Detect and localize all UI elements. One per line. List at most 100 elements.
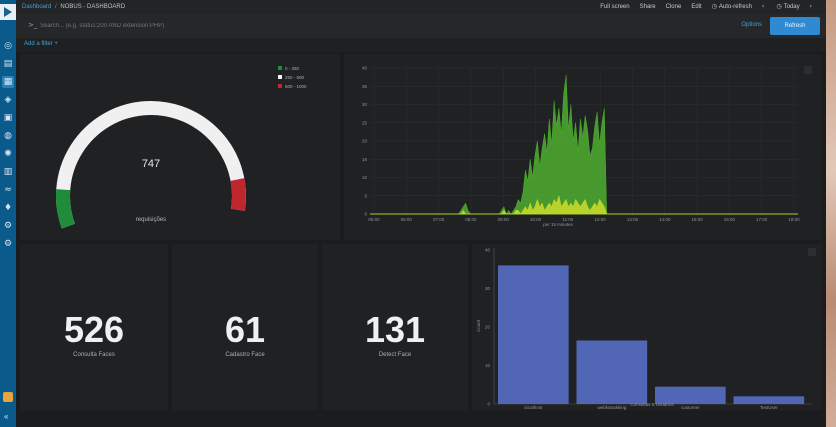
legend-swatch-white (278, 75, 282, 79)
bar-y-tick-label: 40 (485, 248, 491, 253)
dashboard-screen: ◎ ▤ ▦ ◈ ▣ ◍ ✺ ▥ ≈ ♦ ⚙ ⚙ « Dashboard / NO… (0, 0, 826, 427)
management-icon[interactable]: ⚙ (2, 238, 14, 250)
legend-toggle-icon[interactable] (808, 248, 816, 256)
area-x-tick-label: 16:00 (724, 217, 736, 222)
bar-y-tick-label: 30 (485, 286, 491, 291)
clock-icon: ◷ (711, 3, 717, 10)
gauge-fill-red (230, 178, 246, 211)
area-x-tick-label: 12:00 (595, 217, 607, 222)
area-x-tick-label: 17:00 (756, 217, 768, 222)
gauge-legend: 0 - 250 250 - 500 500 - 1000 (278, 66, 307, 89)
bar-webkatrakking[interactable] (576, 340, 648, 404)
full-screen-link[interactable]: Full screen (600, 2, 629, 12)
area-x-tick-label: 07:00 (433, 217, 445, 222)
legend-toggle-icon[interactable] (804, 66, 812, 74)
bar-marks (498, 265, 805, 404)
metric-panel-cadastro: 61 Cadastro Face (172, 244, 318, 410)
time-picker[interactable]: ◷ Today (776, 2, 799, 12)
area-x-tick-label: 06:00 (401, 217, 413, 222)
clock-icon: ◷ (776, 3, 782, 10)
side-navigation: ◎ ▤ ▦ ◈ ▣ ◍ ✺ ▥ ≈ ♦ ⚙ ⚙ « (0, 0, 16, 427)
bar-x-axis-label: Consultas X Usuários (630, 402, 674, 407)
legend-label-1: 250 - 500 (285, 75, 305, 80)
area-y-tick-label: 10 (362, 175, 368, 180)
metric-panel-detect: 131 Detect Face (322, 244, 468, 410)
devtools-icon[interactable]: ⚙ (2, 220, 14, 232)
breadcrumb-separator: / (55, 4, 57, 10)
clone-link[interactable]: Clone (666, 2, 682, 12)
chevron-left-icon: ‹ (761, 3, 765, 10)
area-y-tick-label: 15 (362, 157, 368, 162)
search-input[interactable] (40, 20, 740, 32)
bar-localhost[interactable] (498, 265, 569, 404)
dashboard-title: NOBUS - DASHBOARD (60, 4, 126, 10)
metric-label: Detect Face (378, 352, 412, 358)
area-x-tick-label: 14:00 (659, 217, 671, 222)
legend-swatch-red (278, 84, 282, 88)
area-y-tick-label: 5 (364, 193, 367, 198)
area-x-tick-label: 18:00 (788, 217, 800, 222)
gauge-label: requisições (136, 217, 166, 223)
area-x-tick-label: 09:00 (498, 217, 510, 222)
time-back-button[interactable]: ‹ (762, 2, 766, 12)
gauge-chart: 747 requisições 0 - 250 250 - 500 500 - … (55, 66, 307, 229)
area-x-tick-label: 10:00 (530, 217, 542, 222)
area-x-axis-label: per 15 minutes (543, 222, 574, 227)
auto-refresh-link[interactable]: ◷ Auto-refresh (712, 2, 752, 12)
area-x-tick-label: 13:00 (627, 217, 639, 222)
infrastructure-icon[interactable]: ▥ (2, 166, 14, 178)
user-avatar-icon[interactable] (3, 392, 13, 402)
legend-label-0: 0 - 250 (285, 66, 300, 71)
logs-icon[interactable]: ≈ (2, 184, 14, 196)
gauge-fill-green (55, 189, 75, 229)
refresh-button[interactable]: Refresh (770, 17, 820, 35)
dashboard-icon[interactable]: ▦ (2, 76, 14, 88)
filter-bar: Add a filter + (16, 38, 826, 52)
metric-value: 131 (364, 309, 426, 350)
collapse-icon[interactable]: « (4, 412, 8, 421)
discover-icon[interactable]: ◎ (2, 40, 14, 52)
consultas-bar-chart: 0 10 20 30 40 localhost webkatrakking customer T… (476, 248, 816, 410)
requests-over-time-panel: 0 5 10 15 20 25 30 35 40 05:00 06:00 07:00 08:00 09:0… (344, 54, 822, 240)
bar-x-tick-label: TestUser (760, 405, 778, 410)
bar-y-axis-label: Count (476, 319, 481, 332)
metric-label: Consulta Faces (73, 352, 115, 358)
share-link[interactable]: Share (640, 2, 656, 12)
metric-value: 61 (224, 309, 266, 350)
consultas-por-usuario-panel: 0 10 20 30 40 localhost webkatrakking customer T… (472, 244, 822, 410)
area-y-tick-label: 35 (362, 84, 368, 89)
gauge-value: 747 (142, 158, 160, 170)
bar-y-tick-label: 20 (485, 325, 491, 330)
area-y-tick-label: 40 (362, 66, 368, 71)
area-y-tick-label: 25 (362, 120, 368, 125)
area-y-tick-label: 0 (364, 212, 367, 217)
kibana-logo[interactable] (0, 4, 16, 20)
area-x-tick-label: 05:00 (368, 217, 380, 222)
bar-TestUser[interactable] (733, 396, 805, 404)
options-link[interactable]: Options (741, 22, 762, 28)
time-forward-button[interactable]: › (810, 2, 814, 12)
breadcrumb-dashboard-link[interactable]: Dashboard (22, 4, 51, 10)
area-y-tick-label: 30 (362, 102, 368, 107)
bar-y-tick-label: 0 (487, 402, 490, 407)
requests-area-chart: 0 5 10 15 20 25 30 35 40 05:00 06:00 07:00 08:00 09:0… (362, 66, 812, 227)
ml-icon[interactable]: ✺ (2, 148, 14, 160)
metric-label: Cadastro Face (225, 352, 265, 358)
timelion-icon[interactable]: ◈ (2, 94, 14, 106)
add-filter-link[interactable]: Add a filter + (24, 41, 58, 47)
legend-swatch-green (278, 66, 282, 70)
bar-x-tick-label: customer (681, 405, 700, 410)
bar-x-tick-label: localhost (524, 405, 543, 410)
bar-y-tick-label: 10 (485, 363, 491, 368)
chevron-right-icon: › (809, 3, 812, 10)
area-series-requests (370, 75, 798, 215)
metric-panel-consulta: 526 Consulta Faces (20, 244, 168, 410)
canvas-icon[interactable]: ▣ (2, 112, 14, 124)
maps-icon[interactable]: ◍ (2, 130, 14, 142)
background-photo-edge (826, 0, 836, 427)
query-bar: >_ Options Refresh (16, 14, 826, 38)
top-bar: Dashboard / NOBUS - DASHBOARD Full scree… (16, 0, 826, 14)
apm-icon[interactable]: ♦ (2, 202, 14, 214)
visualize-icon[interactable]: ▤ (2, 58, 14, 70)
edit-link[interactable]: Edit (691, 2, 701, 12)
